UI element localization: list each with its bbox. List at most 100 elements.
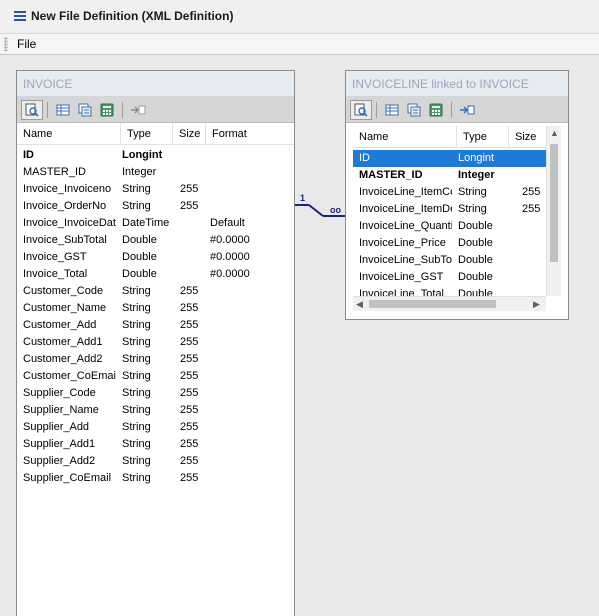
field-size-cell (516, 252, 544, 269)
field-name-cell: Customer_Add1 (23, 336, 103, 348)
entity-invoiceline[interactable]: INVOICELINE linked to INVOICE Name Type … (345, 70, 569, 320)
scrollbar-thumb[interactable] (550, 144, 558, 262)
field-row[interactable]: Invoice_Total Double #0.0000 (17, 266, 294, 283)
scroll-left-arrow-icon[interactable]: ◀ (356, 300, 363, 309)
field-row[interactable]: InvoiceLine_GST Double (353, 269, 546, 286)
field-name-cell: InvoiceLine_Price (359, 237, 446, 249)
relationship-connector[interactable]: 1 oo (293, 193, 347, 233)
field-size-cell: 255 (180, 183, 199, 195)
field-size-cell: 255 (180, 370, 199, 382)
field-row[interactable]: Customer_Name String 255 (17, 300, 294, 317)
scroll-right-arrow-icon[interactable]: ▶ (533, 300, 540, 309)
field-name-cell: Customer_Add (23, 319, 97, 331)
field-name-cell: Invoice_Total (23, 268, 88, 280)
field-row[interactable]: ID Longint (353, 150, 546, 167)
column-header-name[interactable]: Name (17, 123, 121, 144)
field-name-cell: Customer_Name (23, 302, 107, 314)
field-size-cell (516, 218, 544, 235)
table-view-icon[interactable] (381, 100, 403, 120)
field-row[interactable]: Customer_Add2 String 255 (17, 351, 294, 368)
properties-icon[interactable] (403, 100, 425, 120)
calculator-icon[interactable] (425, 100, 447, 120)
field-row[interactable]: Supplier_Add1 String 255 (17, 436, 294, 453)
field-row[interactable]: Invoice_InvoiceDate DateTime Default (17, 215, 294, 232)
field-name-cell: Supplier_Add (23, 421, 90, 433)
scrollbar-thumb[interactable] (369, 300, 496, 308)
column-header-type[interactable]: Type (457, 126, 509, 147)
field-row[interactable]: Invoice_Invoiceno String 255 (17, 181, 294, 198)
field-size-cell (180, 215, 204, 232)
field-name-cell: Supplier_Code (23, 387, 96, 399)
field-row[interactable]: InvoiceLine_ItemDesc String 255 (353, 201, 546, 218)
field-format-cell: #0.0000 (210, 251, 250, 263)
scroll-up-arrow-icon[interactable]: ▲ (550, 129, 559, 138)
window-title: New File Definition (XML Definition) (31, 9, 234, 23)
horizontal-scrollbar[interactable]: ◀ ▶ (353, 296, 546, 311)
field-name-cell: InvoiceLine_ItemCode (359, 186, 452, 198)
field-type-cell: Double (122, 234, 157, 246)
field-format-cell (204, 300, 264, 317)
entity-toolbar (17, 97, 294, 123)
field-size-cell: 255 (180, 421, 199, 433)
field-type-cell: Double (458, 271, 493, 283)
field-format-cell (204, 436, 264, 453)
field-row[interactable]: Supplier_CoEmail String 255 (17, 470, 294, 487)
column-header-format[interactable]: Format (206, 123, 258, 144)
field-type-cell: Double (458, 288, 493, 296)
field-type-cell: Integer (458, 169, 495, 181)
field-type-cell: String (122, 438, 151, 450)
field-row[interactable]: MASTER_ID Integer (353, 167, 546, 184)
field-name-cell: InvoiceLine_Total (359, 288, 445, 296)
field-row[interactable]: Invoice_SubTotal Double #0.0000 (17, 232, 294, 249)
field-row[interactable]: Invoice_GST Double #0.0000 (17, 249, 294, 266)
field-size-cell (180, 249, 204, 266)
menu-file[interactable]: File (14, 37, 39, 51)
field-row[interactable]: Supplier_Code String 255 (17, 385, 294, 402)
field-name-cell: Invoice_GST (23, 251, 87, 263)
column-header-size[interactable]: Size (173, 123, 206, 144)
field-row[interactable]: InvoiceLine_Total Double (353, 286, 546, 296)
field-row[interactable]: Supplier_Add String 255 (17, 419, 294, 436)
field-row[interactable]: InvoiceLine_SubTotal Double (353, 252, 546, 269)
field-size-cell: 255 (180, 200, 199, 212)
column-header-type[interactable]: Type (121, 123, 173, 144)
field-row[interactable]: Supplier_Name String 255 (17, 402, 294, 419)
entity-title[interactable]: INVOICE (17, 71, 294, 97)
field-row[interactable]: ID Longint (17, 147, 294, 164)
find-field-icon[interactable] (350, 99, 372, 120)
field-row[interactable]: Invoice_OrderNo String 255 (17, 198, 294, 215)
toolbar-separator (451, 101, 452, 118)
entity-invoice[interactable]: INVOICE Name Type Size Format ID Longint… (16, 70, 295, 616)
field-row[interactable]: Supplier_Add2 String 255 (17, 453, 294, 470)
field-name-cell: Invoice_SubTotal (23, 234, 107, 246)
grid-header: Name Type Size Format (17, 123, 294, 145)
field-type-cell: String (122, 455, 151, 467)
field-name-cell: Customer_CoEmail (23, 370, 116, 382)
column-header-name[interactable]: Name (353, 126, 457, 147)
table-view-icon[interactable] (52, 100, 74, 120)
find-field-icon[interactable] (21, 99, 43, 120)
column-header-size[interactable]: Size (509, 126, 545, 147)
vertical-scrollbar[interactable]: ▲ (546, 126, 561, 296)
field-size-cell: 255 (180, 319, 199, 331)
field-row[interactable]: Customer_CoEmail String 255 (17, 368, 294, 385)
design-canvas[interactable]: INVOICE Name Type Size Format ID Longint… (0, 54, 599, 616)
entity-title[interactable]: INVOICELINE linked to INVOICE (346, 71, 568, 97)
field-row[interactable]: InvoiceLine_ItemCode String 255 (353, 184, 546, 201)
menubar-grip-icon (4, 36, 8, 51)
app-menu-icon[interactable] (14, 11, 26, 21)
field-row[interactable]: Customer_Add String 255 (17, 317, 294, 334)
relation-line (308, 204, 324, 217)
field-row[interactable]: MASTER_ID Integer (17, 164, 294, 181)
field-row[interactable]: Customer_Add1 String 255 (17, 334, 294, 351)
menubar: File (0, 33, 599, 53)
calculator-icon[interactable] (96, 100, 118, 120)
link-field-icon[interactable] (127, 100, 149, 120)
field-size-cell: 255 (522, 186, 541, 198)
field-row[interactable]: InvoiceLine_Quantity Double (353, 218, 546, 235)
properties-icon[interactable] (74, 100, 96, 120)
field-row[interactable]: InvoiceLine_Price Double (353, 235, 546, 252)
field-type-cell: String (122, 472, 151, 484)
field-row[interactable]: Customer_Code String 255 (17, 283, 294, 300)
link-field-icon[interactable] (456, 100, 478, 120)
